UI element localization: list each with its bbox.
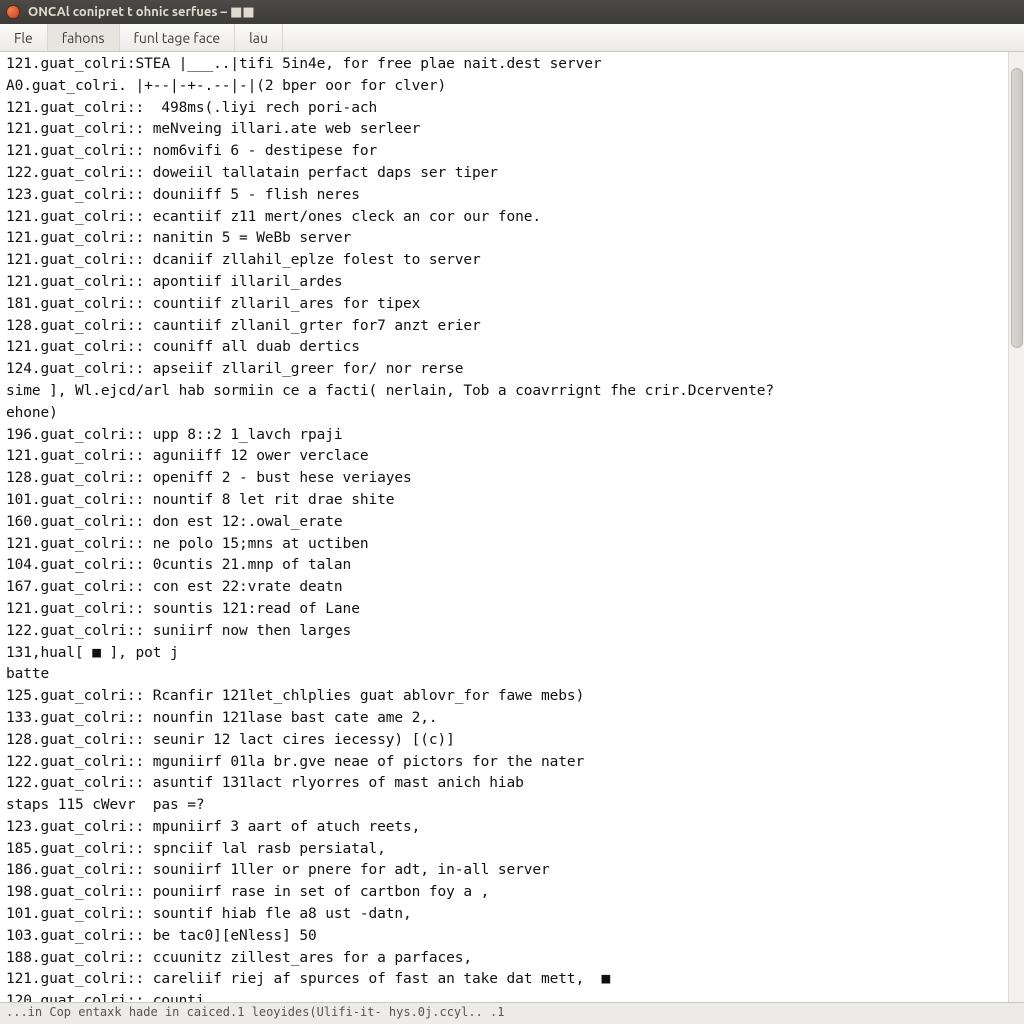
text-line: 121.guat_colri:: couniff all duab dertic… bbox=[6, 337, 1008, 359]
text-line: 101.guat_colri:: sountif hiab fle a8 ust… bbox=[6, 904, 1008, 926]
menu-lau[interactable]: lau bbox=[235, 24, 283, 51]
menu-file[interactable]: Fle bbox=[0, 24, 48, 51]
window-title: ONCAl conipret t ohnic serfues – ■■ bbox=[28, 5, 255, 20]
text-line: 124.guat_colri:: apseiif zllaril_greer f… bbox=[6, 359, 1008, 381]
text-line: 120 guat_colri:: counti_.._. bbox=[6, 991, 1008, 1002]
menu-fahons[interactable]: fahons bbox=[48, 24, 120, 51]
text-line: 198.guat_colri:: pouniirf rase in set of… bbox=[6, 882, 1008, 904]
text-line: 122.guat_colri:: asuntif 131lact rlyorre… bbox=[6, 773, 1008, 795]
text-line: 121.guat_colri:STEA |___..|tifi 5in4e, f… bbox=[6, 54, 1008, 76]
text-line: 160.guat_colri:: don est 12:.owal_erate bbox=[6, 512, 1008, 534]
status-text: ...in Cop entaxk hade in caiced.1 leoyid… bbox=[6, 1005, 505, 1019]
text-line: 101.guat_colri:: nountif 8 let rit drae … bbox=[6, 490, 1008, 512]
text-line: 185.guat_colri:: spnciif lal rasb persia… bbox=[6, 839, 1008, 861]
text-line: 121.guat_colri:: ne polo 15;mns at uctib… bbox=[6, 534, 1008, 556]
text-line: 104.guat_colri:: 0cuntis 21.mnp of talan bbox=[6, 555, 1008, 577]
scroll-thumb[interactable] bbox=[1011, 68, 1023, 348]
text-line: batte bbox=[6, 664, 1008, 686]
text-line: 103.guat_colri:: be tac0][eNless] 50 bbox=[6, 926, 1008, 948]
window-buttons bbox=[6, 5, 20, 19]
text-line: 196.guat_colri:: upp 8::2 1_lavch rpaji bbox=[6, 425, 1008, 447]
text-line: 133.guat_colri:: nounfin 121lase bast ca… bbox=[6, 708, 1008, 730]
text-line: 128.guat_colri:: seunir 12 lact cires ie… bbox=[6, 730, 1008, 752]
text-line: 186.guat_colri:: souniirf 1ller or pnere… bbox=[6, 860, 1008, 882]
text-line: 128.guat_colri:: openiff 2 - bust hese v… bbox=[6, 468, 1008, 490]
text-content[interactable]: 121.guat_colri:STEA |___..|tifi 5in4e, f… bbox=[0, 52, 1008, 1002]
text-line: 121.guat_colri:: sountis 121:read of Lan… bbox=[6, 599, 1008, 621]
text-line: 121.guat_colri:: careliif riej af spurce… bbox=[6, 969, 1008, 991]
status-bar: ...in Cop entaxk hade in caiced.1 leoyid… bbox=[0, 1002, 1024, 1024]
text-line: 128.guat_colri:: cauntiif zllanil_grter … bbox=[6, 316, 1008, 338]
text-line: 121.guat_colri:: meNveing illari.ate web… bbox=[6, 119, 1008, 141]
text-line: 188.guat_colri:: ccuunitz zillest_ares f… bbox=[6, 948, 1008, 970]
text-line: A0.guat_colri. |+--|-+-.--|-|(2 bper oor… bbox=[6, 76, 1008, 98]
text-line: 121.guat_colri:: aguniiff 12 ower vercla… bbox=[6, 446, 1008, 468]
text-line: 121.guat_colri:: ecantiif z11 mert/ones … bbox=[6, 207, 1008, 229]
text-line: 121.guat_colri:: 498ms(.liyi rech pori-a… bbox=[6, 98, 1008, 120]
menu-funltage[interactable]: funl tage face bbox=[120, 24, 236, 51]
text-line: 123.guat_colri:: douniiff 5 - flish nere… bbox=[6, 185, 1008, 207]
text-line: 123.guat_colri:: mpuniirf 3 aart of atuc… bbox=[6, 817, 1008, 839]
menu-label: Fle bbox=[14, 30, 33, 46]
text-line: 167.guat_colri:: con est 22:vrate deatn bbox=[6, 577, 1008, 599]
text-line: 122.guat_colri:: doweiil tallatain perfa… bbox=[6, 163, 1008, 185]
menu-label: fahons bbox=[62, 30, 105, 46]
text-line: 121.guat_colri:: nom6vifi 6 - destipese … bbox=[6, 141, 1008, 163]
text-line: 121.guat_colri:: nanitin 5 = WeBb server bbox=[6, 228, 1008, 250]
text-line: 121.guat_colri:: apontiif illaril_ardes bbox=[6, 272, 1008, 294]
text-line: 122.guat_colri:: suniirf now then larges bbox=[6, 621, 1008, 643]
title-bar: ONCAl conipret t ohnic serfues – ■■ bbox=[0, 0, 1024, 24]
text-line: 181.guat_colri:: countiif zllaril_ares f… bbox=[6, 294, 1008, 316]
text-line: 131,hual[ ■ ], pot j bbox=[6, 643, 1008, 665]
close-icon[interactable] bbox=[6, 5, 20, 19]
text-line: 121.guat_colri:: dcaniif zllahil_eplze f… bbox=[6, 250, 1008, 272]
menu-bar: Fle fahons funl tage face lau bbox=[0, 24, 1024, 52]
text-line: ehone) bbox=[6, 403, 1008, 425]
menu-label: lau bbox=[249, 30, 268, 46]
text-line: 125.guat_colri:: Rcanfir 121let_chlplies… bbox=[6, 686, 1008, 708]
vertical-scrollbar[interactable] bbox=[1008, 52, 1024, 1002]
text-line: 122.guat_colri:: mguniirf 01la br.gve ne… bbox=[6, 752, 1008, 774]
editor-pane: 121.guat_colri:STEA |___..|tifi 5in4e, f… bbox=[0, 52, 1024, 1002]
text-line: sime ], Wl.ejcd/arl hab sormiin ce a fac… bbox=[6, 381, 1008, 403]
menu-label: funl tage face bbox=[134, 30, 221, 46]
text-line: staps 115 cWevr pas =? bbox=[6, 795, 1008, 817]
